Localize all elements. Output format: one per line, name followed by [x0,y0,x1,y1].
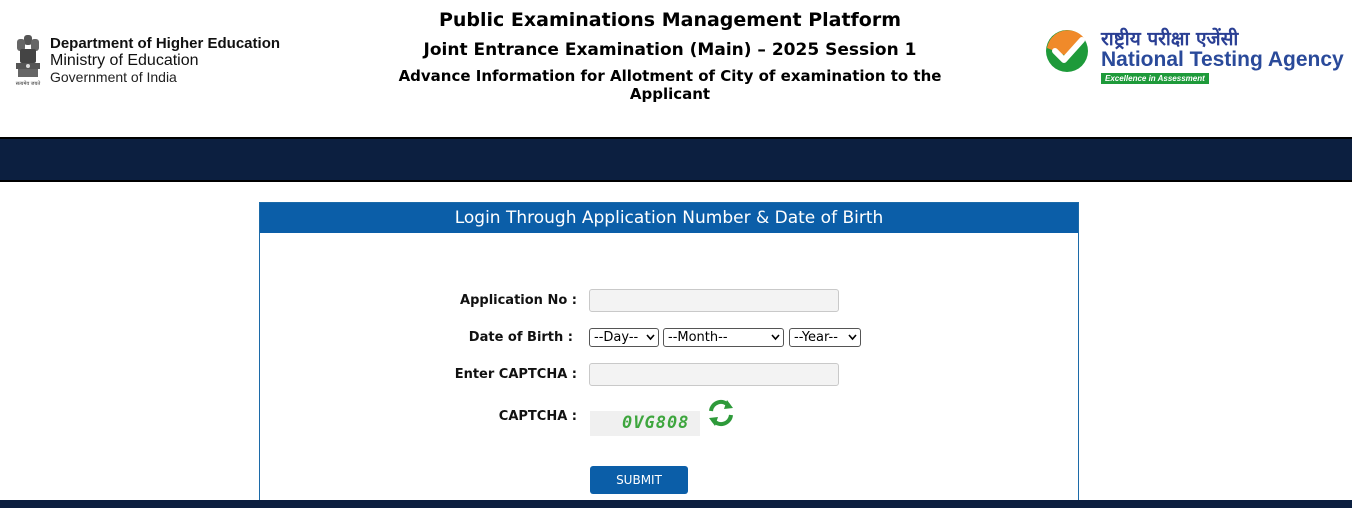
navigation-band [0,137,1352,182]
captcha-text: 0VG808 [622,413,690,433]
dob-year-value: --Year-- [794,330,838,345]
page-header: सत्यमेव जयते Department of Higher Educat… [0,0,1352,137]
dob-day-select[interactable]: --Day-- [589,328,659,347]
login-panel: Login Through Application Number & Date … [259,202,1079,502]
chevron-down-icon [848,334,857,341]
nta-checkmark-logo-icon [1046,30,1088,72]
nta-logo-block: राष्ट्रीय परीक्षा एजेंसी National Testin… [1044,26,1344,86]
date-of-birth-label: Date of Birth : [468,330,573,345]
dob-month-value: --Month-- [668,330,728,345]
chevron-down-icon [771,334,780,341]
dob-day-value: --Day-- [594,330,639,345]
department-name: Department of Higher Education [50,35,281,52]
government-name: Government of India [50,69,177,85]
captcha-image: 0VG808 [590,411,700,436]
captcha-label: CAPTCHA : [498,409,577,424]
login-panel-heading: Login Through Application Number & Date … [260,203,1078,233]
application-no-input[interactable] [589,289,839,312]
nta-english-name: National Testing Agency [1101,48,1344,71]
ministry-name: Ministry of Education [50,52,199,69]
refresh-icon[interactable] [705,397,737,429]
footer-band [0,500,1352,508]
nta-tagline: Excellence in Assessment [1101,73,1209,84]
chevron-down-icon [646,334,655,341]
page-description: Advance Information for Allotment of Cit… [398,67,942,103]
submit-button[interactable]: SUBMIT [590,466,688,494]
emblem-motto: सत्यमेव जयते [16,80,41,87]
header-titles: Public Examinations Management Platform … [340,7,1000,103]
page-title: Public Examinations Management Platform [438,9,902,31]
captcha-input[interactable] [589,363,839,386]
ministry-logo-block: सत्यमेव जयते Department of Higher Educat… [10,33,280,87]
page-subtitle: Joint Entrance Examination (Main) – 2025… [423,40,917,60]
application-no-label: Application No : [460,293,577,308]
enter-captcha-label: Enter CAPTCHA : [454,367,577,382]
dob-month-select[interactable]: --Month-- [663,328,784,347]
national-emblem-icon: सत्यमेव जयते [16,35,41,87]
dob-year-select[interactable]: --Year-- [789,328,861,347]
